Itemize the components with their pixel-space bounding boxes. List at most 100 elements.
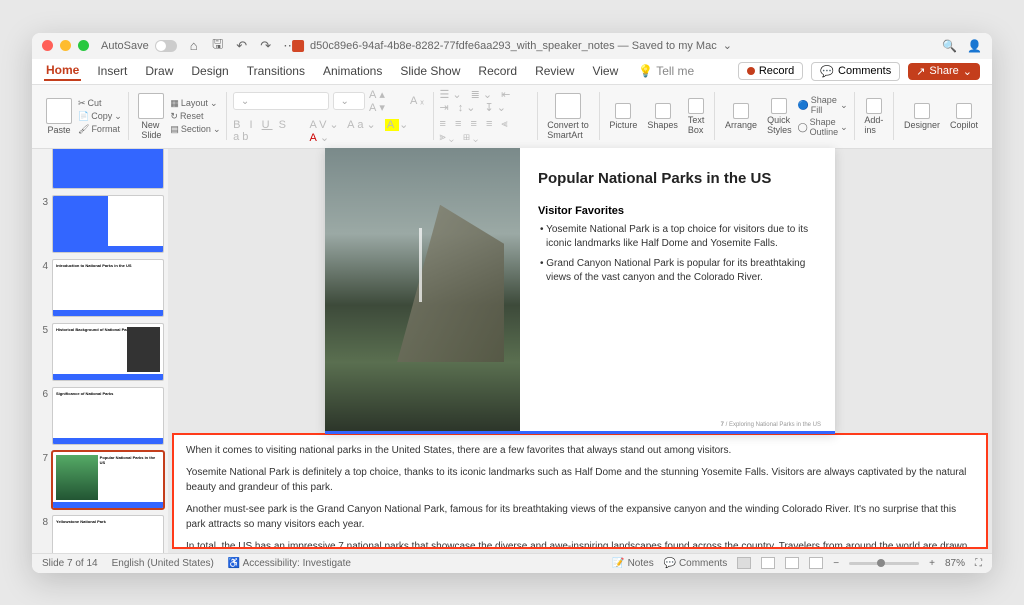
font-family-select[interactable]: ⌄ [233,92,329,110]
view-slideshow-icon[interactable] [809,557,823,569]
font-highlight[interactable]: AV⌄ Aa⌄ A⌄ A⌄ [310,118,427,144]
thumb-8[interactable]: Yellowstone National Park [52,515,164,553]
font-size-select[interactable]: ⌄ [333,92,365,110]
clear-formatting[interactable]: Aₓ [410,95,427,107]
slide-subtitle: Visitor Favorites [538,205,817,217]
note-line: When it comes to visiting national parks… [186,443,974,458]
close-icon[interactable] [42,40,53,51]
zoom-slider[interactable] [849,562,919,565]
autosave-toggle[interactable]: AutoSave [101,40,177,52]
addins-button[interactable]: Add-ins [860,96,887,137]
copilot-icon [956,103,972,119]
comments-toggle[interactable]: 💬 Comments [664,558,728,569]
quick-access-toolbar: ⌂ 🖫 ↶ ↷ ⋯ [187,39,297,53]
save-icon[interactable]: 🖫 [211,39,225,53]
thumb-7[interactable]: Popular National Parks in the US [52,451,164,509]
copilot-button[interactable]: Copilot [946,101,982,132]
slide-bullet: • Yosemite National Park is a top choice… [538,223,817,251]
tab-record[interactable]: Record [476,62,519,80]
shapes-icon [655,103,671,119]
app-window: AutoSave ⌂ 🖫 ↶ ↷ ⋯ d50c89e6-94af-4b8e-82… [32,33,992,573]
designer-button[interactable]: Designer [900,101,944,132]
list-buttons[interactable]: ☰⌄ ≣⌄ ⇤ ⇥ ↕⌄ ↧⌄ [440,88,531,114]
toggle-icon[interactable] [155,40,177,52]
slide: Popular National Parks in the US Visitor… [325,148,835,434]
align-buttons[interactable]: ≡ ≡ ≡ ≡ ⫷ ⫸⌄ ⊞⌄ [440,118,531,144]
speaker-notes[interactable]: When it comes to visiting national parks… [172,433,988,549]
zoom-in-button[interactable]: + [929,558,935,569]
view-normal-icon[interactable] [737,557,751,569]
tab-draw[interactable]: Draw [143,62,175,80]
chevron-down-icon[interactable]: ⌄ [723,39,732,52]
thumb-4[interactable]: Introduction to National Parks in the US [52,259,164,317]
comments-button[interactable]: 💬 Comments [811,62,900,81]
tab-slideshow[interactable]: Slide Show [398,62,462,80]
thumb-6[interactable]: Significance of National Parks [52,387,164,445]
ribbon-toolbar: Paste ✂ Cut 📄 Copy ⌄ 🖌 Format New Slide … [32,85,992,149]
textbox-button[interactable]: Text Box [684,96,709,137]
tab-transitions[interactable]: Transitions [245,62,307,80]
new-slide-button[interactable]: New Slide [134,91,168,142]
layout-button[interactable]: ▦ Layout ⌄ [170,98,220,109]
search-icon[interactable]: 🔍 [942,39,957,53]
convert-smartart-button[interactable]: Convert to SmartArt [543,91,593,142]
redo-icon[interactable]: ↷ [259,39,273,53]
copy-button[interactable]: 📄 Copy ⌄ [78,111,122,122]
reset-button[interactable]: ↻ Reset [170,111,220,122]
slide-footer: 7 / Exploring National Parks in the US [721,422,821,428]
powerpoint-icon [292,40,304,52]
picture-icon [615,103,631,119]
slide-canvas[interactable]: Popular National Parks in the US Visitor… [168,149,992,433]
font-grow-shrink[interactable]: A▴ A▾ [369,88,406,114]
share-button[interactable]: ↗ Share ⌄ [908,63,980,80]
shape-fill-button[interactable]: 🔵 Shape Fill ⌄ [798,95,848,115]
note-line: Yosemite National Park is definitely a t… [186,465,974,495]
quickstyles-button[interactable]: Quick Styles [763,96,796,137]
filename-label: d50c89e6-94af-4b8e-8282-77fdfe6aa293_wit… [310,40,717,52]
tab-animations[interactable]: Animations [321,62,384,80]
view-reading-icon[interactable] [785,557,799,569]
fit-window-icon[interactable]: ⛶ [975,558,982,569]
format-painter-button[interactable]: 🖌 Format [78,124,122,135]
arrange-icon [733,103,749,119]
home-icon[interactable]: ⌂ [187,39,201,53]
user-icon[interactable]: 👤 [967,39,982,53]
accessibility-button[interactable]: ♿ Accessibility: Investigate [228,558,351,569]
thumb-3[interactable] [52,195,164,253]
paste-group[interactable]: Paste [42,96,76,137]
main-panel: Popular National Parks in the US Visitor… [168,149,992,553]
language-label[interactable]: English (United States) [112,558,214,569]
quickstyles-icon [771,98,787,114]
smartart-icon [555,93,581,119]
tab-review[interactable]: Review [533,62,576,80]
zoom-out-button[interactable]: − [833,558,839,569]
status-bar: Slide 7 of 14 English (United States) ♿ … [32,553,992,573]
tell-me-search[interactable]: 💡 Tell me [638,64,694,78]
undo-icon[interactable]: ↶ [235,39,249,53]
slide-body: Popular National Parks in the US Visitor… [520,148,835,434]
shapes-button[interactable]: Shapes [643,101,682,132]
record-dot-icon [747,67,755,75]
arrange-button[interactable]: Arrange [721,101,761,132]
thumb-5[interactable]: Historical Background of National Parks [52,323,164,381]
bold-italic-underline[interactable]: B I U S ab [233,119,305,143]
tab-insert[interactable]: Insert [95,62,129,80]
section-button[interactable]: ▤ Section ⌄ [170,124,220,135]
addins-icon [866,98,882,114]
ribbon-tabs: Home Insert Draw Design Transitions Anim… [32,59,992,85]
record-button[interactable]: Record [738,62,803,80]
note-line: Another must-see park is the Grand Canyo… [186,502,974,532]
picture-button[interactable]: Picture [605,101,641,132]
zoom-level[interactable]: 87% [945,558,965,569]
tab-home[interactable]: Home [44,61,81,81]
cut-button[interactable]: ✂ Cut [78,98,122,109]
minimize-icon[interactable] [60,40,71,51]
window-controls [42,40,89,51]
view-sorter-icon[interactable] [761,557,775,569]
tab-view[interactable]: View [590,62,620,80]
maximize-icon[interactable] [78,40,89,51]
textbox-icon [688,98,704,114]
notes-toggle[interactable]: 📝 Notes [612,558,653,569]
tab-design[interactable]: Design [189,62,230,80]
shape-outline-button[interactable]: ◯ Shape Outline ⌄ [798,117,848,137]
